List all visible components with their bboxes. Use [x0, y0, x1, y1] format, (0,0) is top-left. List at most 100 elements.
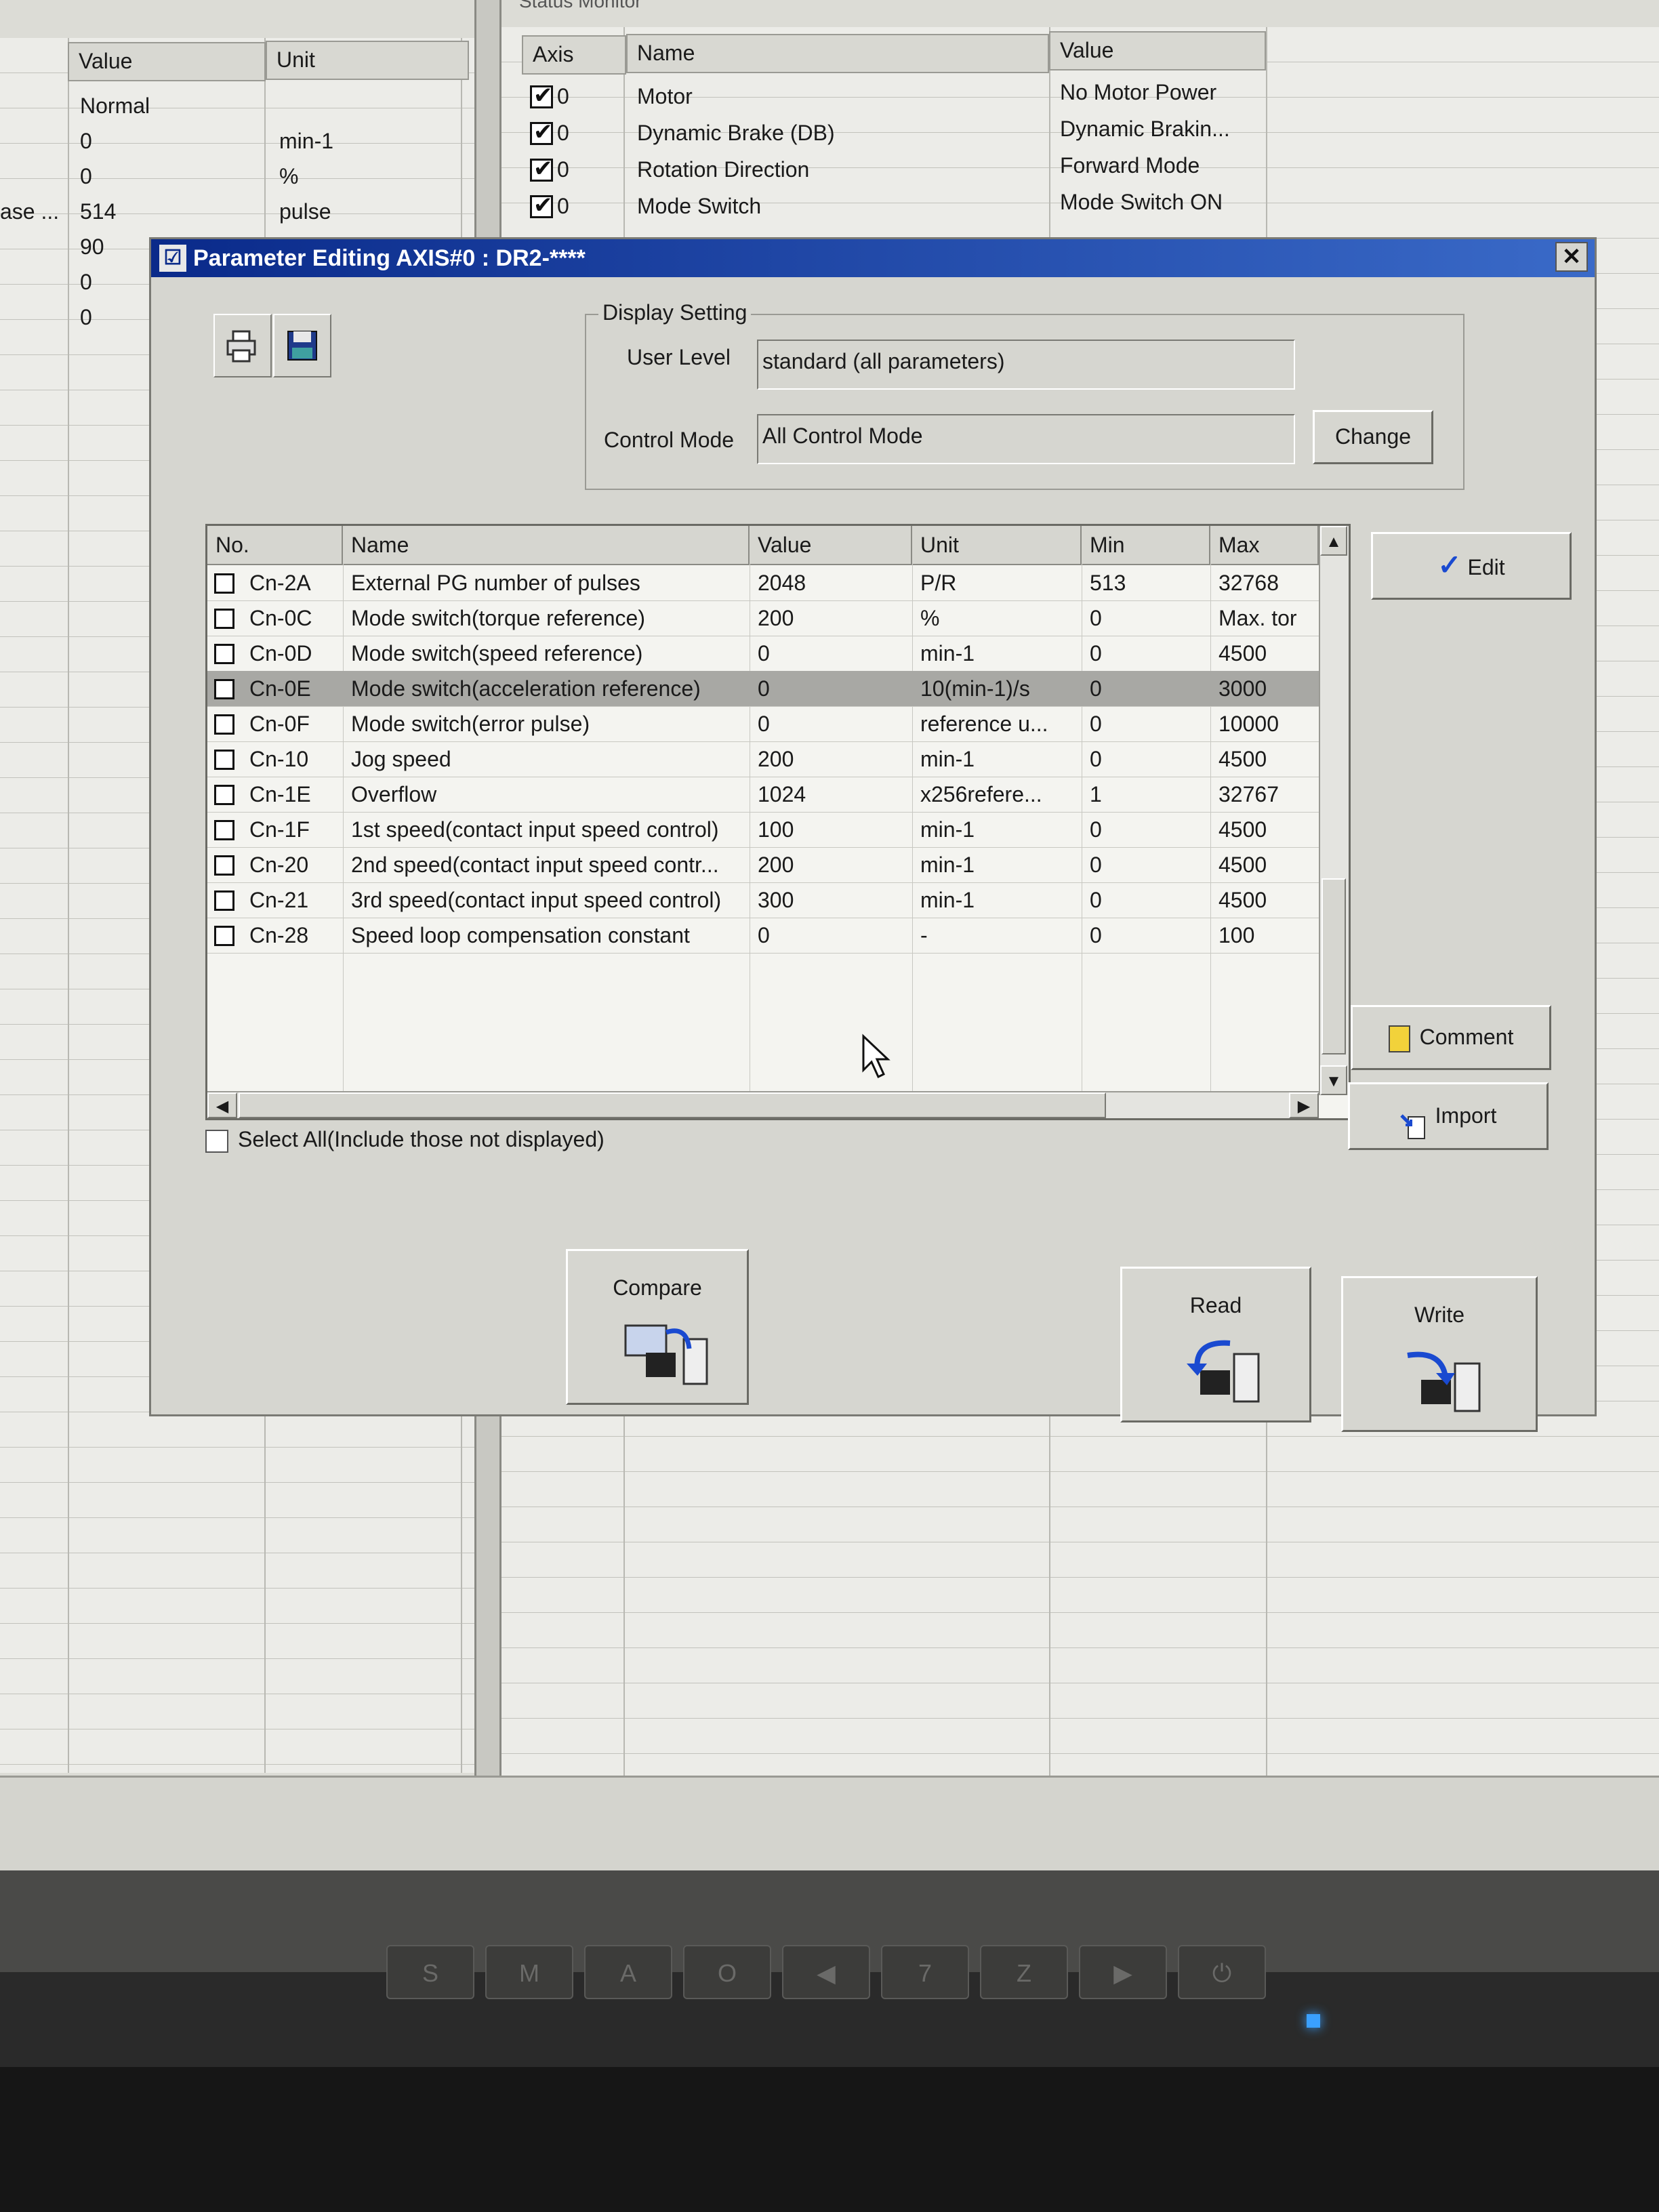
status-row-checkbox[interactable]: [530, 155, 553, 182]
monitor-hardware-button[interactable]: A: [584, 1945, 672, 1999]
horizontal-scroll-thumb[interactable]: [239, 1092, 1106, 1118]
parameter-value[interactable]: 0: [750, 671, 912, 706]
scroll-left-arrow-icon[interactable]: ◀: [207, 1092, 237, 1118]
parameter-row-checkbox[interactable]: [214, 890, 234, 911]
col-header-max[interactable]: Max: [1210, 526, 1319, 564]
status-header-axis[interactable]: Axis: [522, 35, 626, 75]
write-button[interactable]: Write: [1341, 1276, 1538, 1432]
parameter-row-checkbox[interactable]: [214, 785, 234, 805]
col-header-value[interactable]: Value: [750, 526, 912, 564]
status-row-checkbox[interactable]: [530, 82, 553, 109]
monitor-hardware-button[interactable]: Z: [980, 1945, 1068, 1999]
user-level-field[interactable]: standard (all parameters): [757, 340, 1295, 390]
col-header-unit[interactable]: Unit: [912, 526, 1082, 564]
parameter-name: Mode switch(acceleration reference): [351, 676, 701, 701]
import-button[interactable]: Import: [1348, 1082, 1549, 1150]
parameter-unit: reference u...: [920, 712, 1048, 736]
parameter-min: 0: [1090, 817, 1102, 842]
parameter-row[interactable]: Cn-0C Mode switch(torque reference) 200% 0 M…: [207, 600, 1319, 636]
monitor-hardware-button[interactable]: M: [485, 1945, 573, 1999]
parameter-value[interactable]: 0: [750, 918, 912, 953]
parameter-min: 0: [1090, 888, 1102, 912]
parameter-row-checkbox[interactable]: [214, 714, 234, 735]
select-all-label: Select All(Include those not displayed): [238, 1127, 605, 1151]
col-header-no[interactable]: No.: [207, 526, 343, 564]
parameter-row-checkbox[interactable]: [214, 573, 234, 594]
parameter-min: 0: [1090, 676, 1102, 701]
status-row-name: Motor: [637, 84, 693, 108]
parameter-value[interactable]: 200: [750, 741, 912, 777]
print-button[interactable]: [213, 314, 272, 377]
status-row-value: Dynamic Brakin...: [1060, 117, 1230, 141]
checkmark-icon: ✓: [1437, 549, 1462, 581]
col-header-name[interactable]: Name: [343, 526, 750, 564]
parameter-row[interactable]: Cn-28 Speed loop compensation constant 0-0…: [207, 918, 1319, 954]
edit-label: Edit: [1467, 555, 1505, 579]
left-row-value: 0: [80, 305, 92, 329]
left-header-unit[interactable]: Unit: [266, 41, 469, 80]
edit-button[interactable]: ✓ Edit: [1371, 532, 1572, 600]
parameter-value[interactable]: 2048: [750, 565, 912, 600]
parameter-value[interactable]: 200: [750, 847, 912, 882]
horizontal-scrollbar[interactable]: ◀ ▶: [207, 1091, 1319, 1118]
monitor-hardware-button[interactable]: ⏻: [1178, 1945, 1266, 1999]
parameter-row[interactable]: Cn-0D Mode switch(speed reference) 0 min-1 0…: [207, 636, 1319, 672]
parameter-value[interactable]: 1024: [750, 777, 912, 812]
change-button[interactable]: Change: [1313, 410, 1433, 464]
vertical-scrollbar[interactable]: ▲ ▼: [1319, 526, 1349, 1095]
parameter-name: 2nd speed(contact input speed contr...: [351, 853, 719, 877]
parameter-value[interactable]: 200: [750, 600, 912, 636]
parameter-row[interactable]: Cn-1E Overflow 1024 x256refere... 1 32767: [207, 777, 1319, 813]
parameter-row[interactable]: Cn-2A External PG number of pulses 2048 P/R…: [207, 565, 1319, 601]
monitor-hardware-button[interactable]: O: [683, 1945, 771, 1999]
status-header-name[interactable]: Name: [626, 34, 1049, 73]
parameter-row-checkbox[interactable]: [214, 609, 234, 629]
read-button[interactable]: Read: [1120, 1267, 1311, 1422]
parameter-value[interactable]: 0: [750, 636, 912, 671]
parameter-row[interactable]: Cn-0E Mode switch(acceleration reference)…: [207, 671, 1319, 707]
status-row-checkbox[interactable]: [530, 192, 553, 219]
control-mode-field[interactable]: All Control Mode: [757, 414, 1295, 464]
parameter-row[interactable]: Cn-21 3rd speed(contact input speed contr…: [207, 882, 1319, 918]
parameter-value[interactable]: 300: [750, 882, 912, 918]
monitor-hardware-button[interactable]: 7: [881, 1945, 969, 1999]
save-button[interactable]: [273, 314, 331, 377]
parameter-row-checkbox[interactable]: [214, 679, 234, 699]
compare-button[interactable]: Compare: [566, 1249, 749, 1405]
close-button[interactable]: ✕: [1555, 242, 1588, 272]
parameter-min: 513: [1090, 571, 1126, 595]
col-header-min[interactable]: Min: [1082, 526, 1210, 564]
status-row-axis: 0: [557, 194, 569, 218]
dialog-titlebar[interactable]: ☑ Parameter Editing AXIS#0 : DR2-**** ✕: [151, 239, 1595, 277]
parameter-value[interactable]: 100: [750, 812, 912, 847]
parameter-row-checkbox[interactable]: [214, 820, 234, 840]
comment-button[interactable]: Comment: [1351, 1005, 1551, 1070]
monitor-hardware-button[interactable]: ▶: [1079, 1945, 1167, 1999]
parameter-name: Jog speed: [351, 747, 451, 771]
parameter-row-checkbox[interactable]: [214, 855, 234, 876]
scroll-right-arrow-icon[interactable]: ▶: [1289, 1092, 1319, 1118]
status-row-checkbox[interactable]: [530, 119, 553, 146]
parameter-no: Cn-20: [249, 853, 309, 877]
parameter-value[interactable]: 0: [750, 706, 912, 741]
left-row-value: 0: [80, 270, 92, 294]
scroll-up-arrow-icon[interactable]: ▲: [1320, 526, 1347, 556]
scroll-down-arrow-icon[interactable]: ▼: [1320, 1065, 1347, 1095]
parameter-row[interactable]: Cn-20 2nd speed(contact input speed contr…: [207, 847, 1319, 883]
status-header-value[interactable]: Value: [1049, 31, 1266, 70]
parameter-row[interactable]: Cn-0F Mode switch(error pulse) 0 reference …: [207, 706, 1319, 742]
parameter-min: 0: [1090, 641, 1102, 665]
parameter-row-checkbox[interactable]: [214, 750, 234, 770]
monitor-hardware-button[interactable]: ◀: [782, 1945, 870, 1999]
parameter-row[interactable]: Cn-1F 1st speed(contact input speed contr…: [207, 812, 1319, 848]
left-header-value[interactable]: Value: [68, 42, 266, 81]
parameter-row-checkbox[interactable]: [214, 644, 234, 664]
vertical-scroll-thumb[interactable]: [1322, 878, 1346, 1054]
select-all-box[interactable]: [205, 1129, 228, 1153]
parameter-row-checkbox[interactable]: [214, 926, 234, 946]
parameter-unit: min-1: [920, 853, 975, 877]
select-all-checkbox[interactable]: Select All(Include those not displayed): [205, 1127, 605, 1153]
parameter-max: 3000: [1218, 676, 1267, 701]
parameter-row[interactable]: Cn-10 Jog speed 200 min-1 0 4500: [207, 741, 1319, 777]
monitor-hardware-button[interactable]: S: [386, 1945, 474, 1999]
